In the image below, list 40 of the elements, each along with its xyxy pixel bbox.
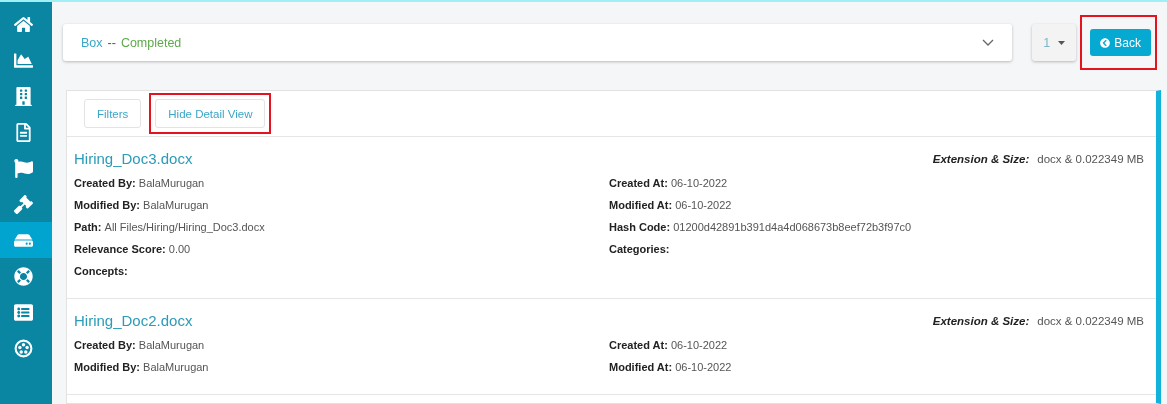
separator-text: -- <box>107 35 116 50</box>
toolbar-button[interactable]: Filters <box>84 99 142 128</box>
extension-label: Extension & Size: <box>932 153 1030 165</box>
field-text: Concepts: <box>74 263 129 278</box>
flag-icon <box>13 158 33 178</box>
field-text: Modified At: 06-10-2022 <box>609 197 733 212</box>
back-icon <box>1100 37 1111 48</box>
building-icon <box>13 86 33 106</box>
sidebar-item[interactable] <box>0 222 52 258</box>
back-button[interactable]: Back <box>1090 29 1151 56</box>
chevron-down-icon <box>982 38 995 47</box>
status-text: Completed <box>120 35 183 50</box>
caret-icon <box>1058 40 1066 45</box>
field-text: Hash Code: 01200d42891b391d4a4d068673b8eef72b3f97c0 <box>609 219 913 234</box>
document-icon <box>13 122 33 142</box>
field-text: Categories: <box>609 241 671 256</box>
page-select[interactable]: 1 <box>1032 24 1077 61</box>
field-text: Relevance Score: 0.00 <box>74 241 192 256</box>
field-text: Path: All Files/Hiring/Hiring_Doc3.docx <box>74 219 266 234</box>
extension-value: docx & 0.022349 MB <box>1037 315 1144 327</box>
field-text: Created At: 06-10-2022 <box>609 337 729 352</box>
gavel-icon <box>13 194 33 214</box>
toolbar-button[interactable]: Hide Detail View <box>155 99 266 128</box>
list-icon <box>13 302 33 322</box>
home-icon <box>13 14 33 34</box>
field-text: Created At: 06-10-2022 <box>609 175 729 190</box>
field-text: Created By: BalaMurugan <box>74 175 206 190</box>
field-text: Modified At: 06-10-2022 <box>609 359 733 374</box>
field-text: Created By: BalaMurugan <box>74 337 206 352</box>
field-text: Modified By: BalaMurugan <box>74 359 210 374</box>
area-chart-icon <box>13 50 33 70</box>
circle-dots-icon <box>13 338 33 358</box>
source-status-dropdown[interactable]: Box -- Completed <box>63 24 1013 61</box>
lifering-icon <box>13 266 33 286</box>
extension-label: Extension & Size: <box>932 315 1030 327</box>
source-name: Box <box>81 35 103 50</box>
extension-value: docx & 0.022349 MB <box>1037 153 1144 165</box>
document-title-link[interactable]: Hiring_Doc3.docx <box>74 149 193 167</box>
field-text: Modified By: BalaMurugan <box>74 197 210 212</box>
document-title-link[interactable]: Hiring_Doc2.docx <box>74 311 193 329</box>
